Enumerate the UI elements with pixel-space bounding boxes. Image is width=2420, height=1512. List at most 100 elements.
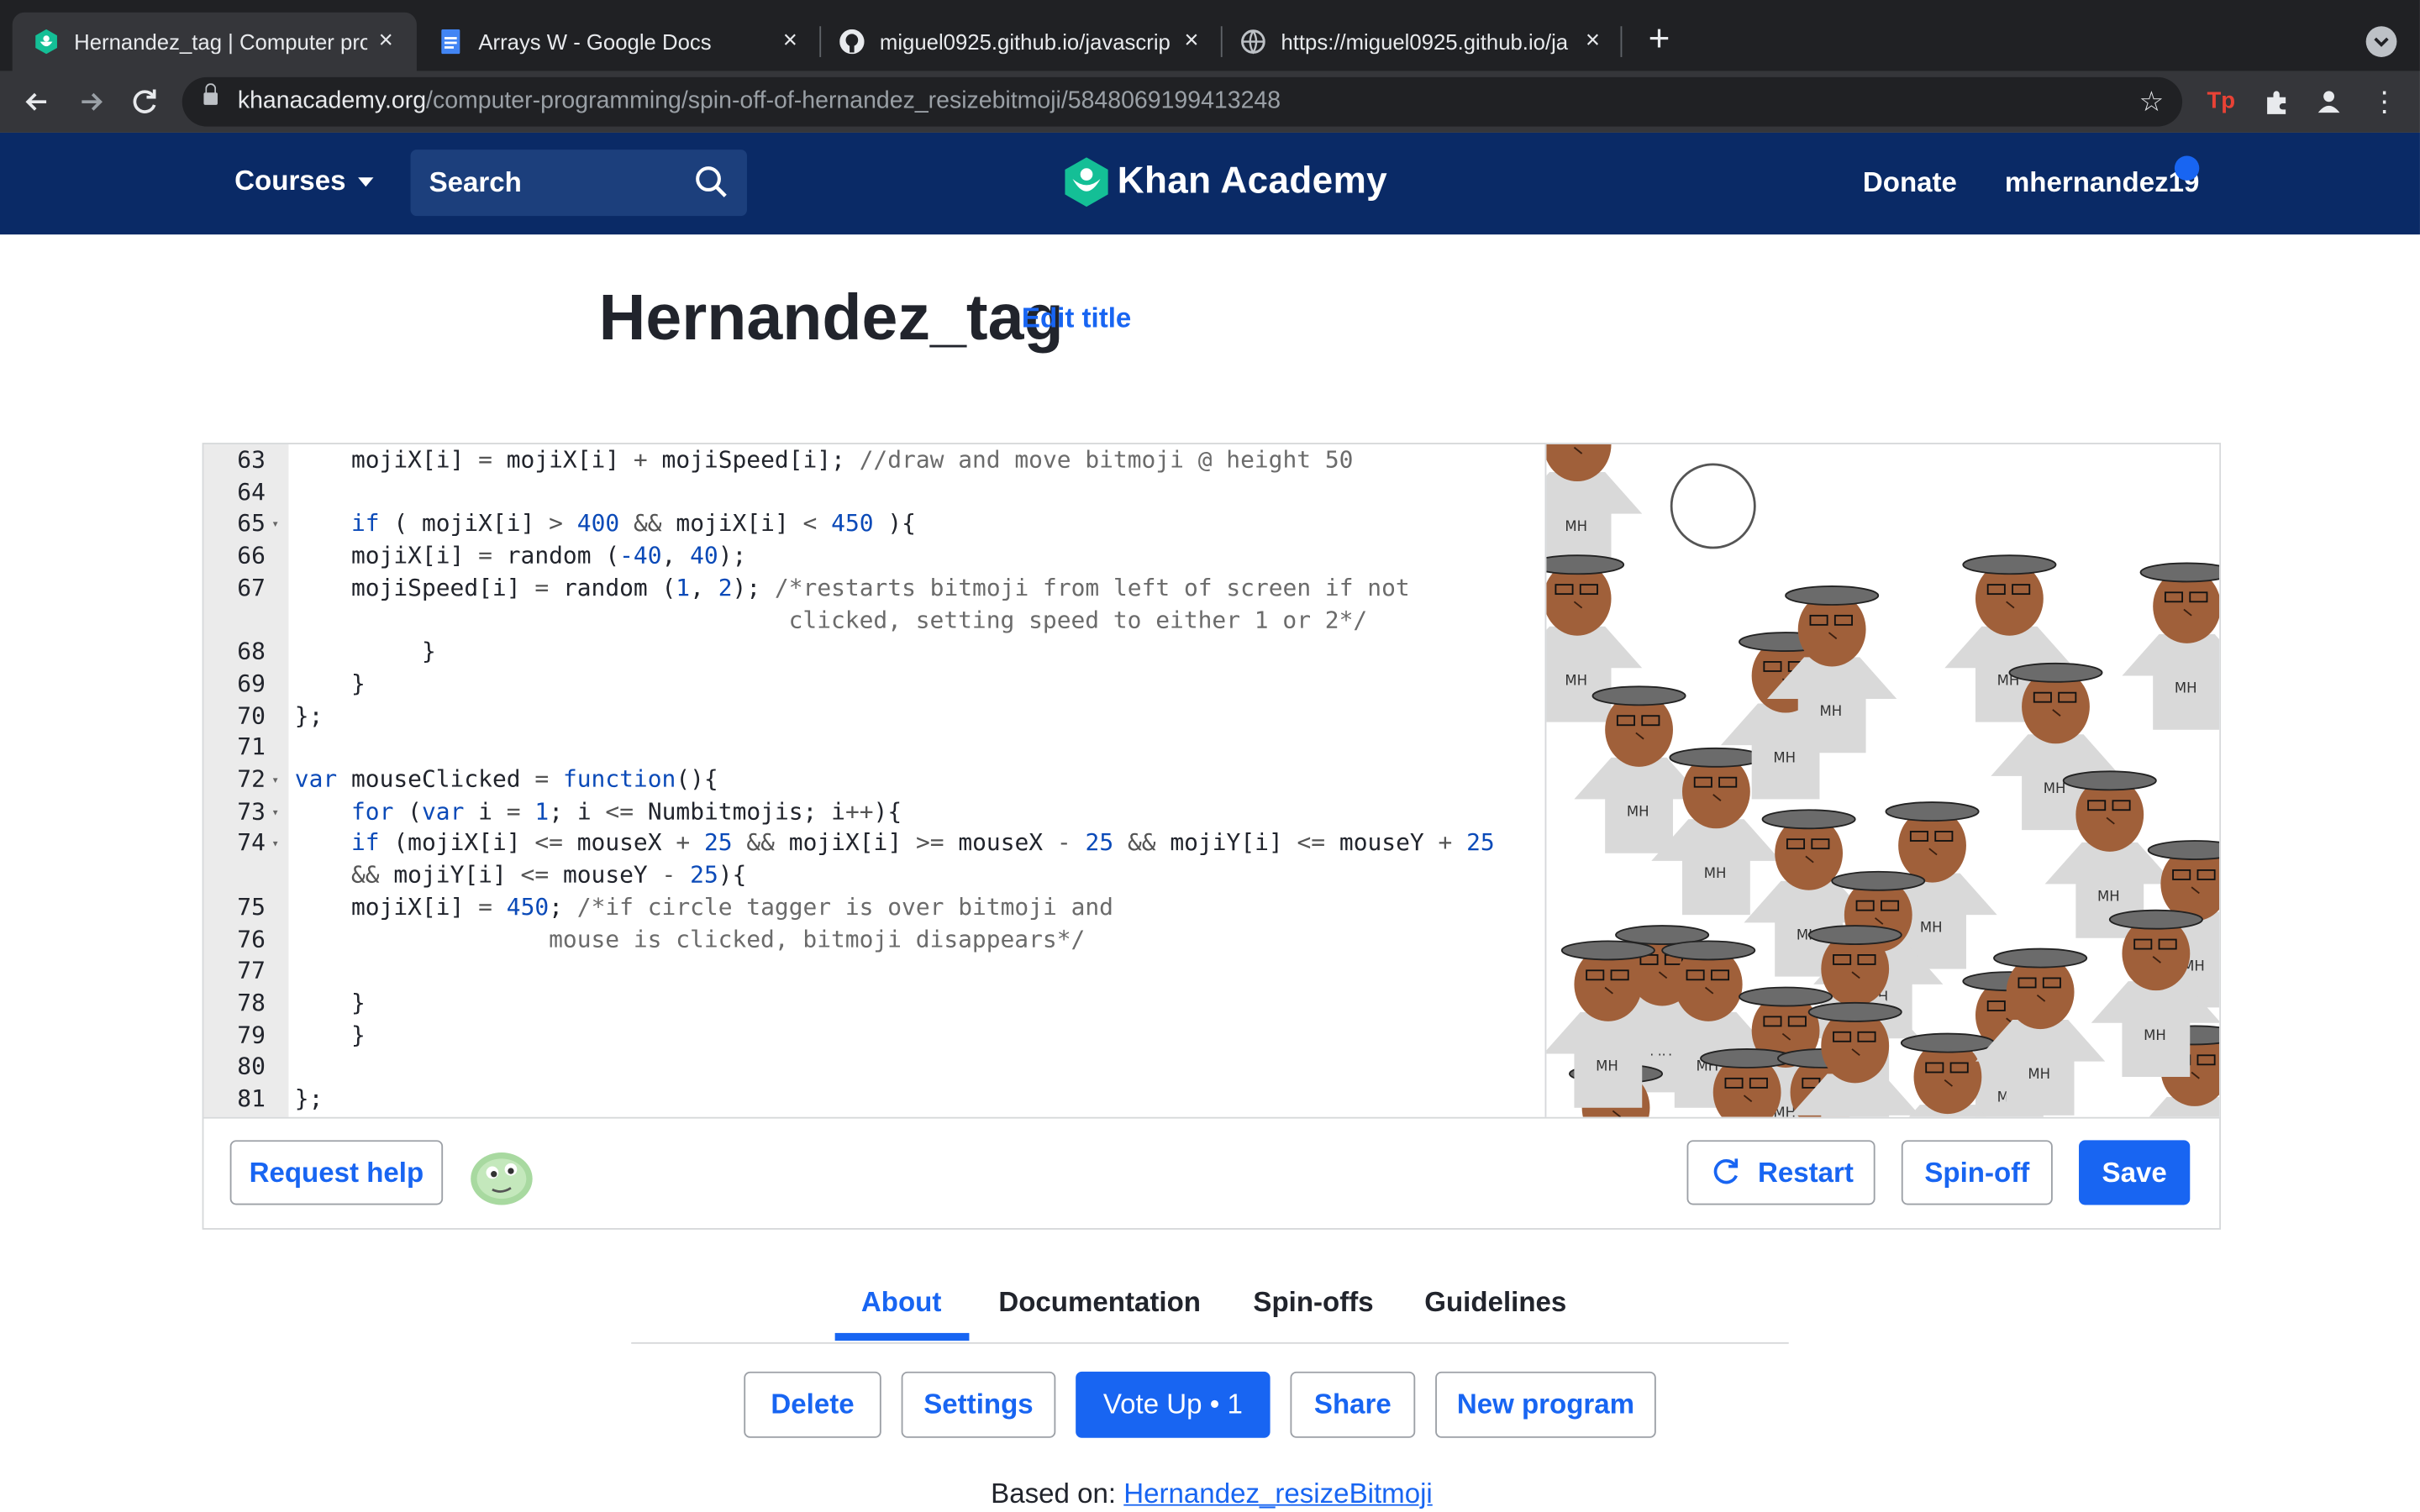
svg-text:MH: MH xyxy=(2175,680,2197,696)
bitmoji-sprite[interactable]: MH xyxy=(2122,562,2220,730)
browser-tab-github[interactable]: miguel0925.github.io/javascrip × xyxy=(818,13,1222,71)
extension-tp-icon[interactable]: Tp xyxy=(2207,87,2238,118)
tab-documentation[interactable]: Documentation xyxy=(998,1287,1201,1320)
reload-button[interactable] xyxy=(124,81,166,123)
code-line[interactable]: if (mojiX[i] <= mouseX + 25 && mojiX[i] … xyxy=(295,829,1495,857)
code-line[interactable]: mojiX[i] = random (-40, 40); xyxy=(295,542,746,570)
browser-tab-khan[interactable]: Hernandez_tag | Computer pro × xyxy=(12,12,417,71)
code-line[interactable]: }; xyxy=(295,1084,324,1112)
fold-arrow-icon[interactable]: ▾ xyxy=(271,517,279,532)
line-number: 78 xyxy=(237,989,266,1017)
code-line[interactable]: } xyxy=(295,638,436,665)
new-program-button[interactable]: New program xyxy=(1435,1371,1656,1438)
save-button[interactable]: Save xyxy=(2079,1140,2191,1205)
line-number: 69 xyxy=(237,669,266,697)
tab-title: miguel0925.github.io/javascrip xyxy=(879,29,1171,55)
code-line[interactable]: } xyxy=(295,989,366,1016)
code-line[interactable]: var mouseClicked = function(){ xyxy=(295,765,718,793)
line-number: 81 xyxy=(237,1084,266,1113)
search-label: Search xyxy=(429,166,522,198)
svg-text:MH: MH xyxy=(1920,919,1943,935)
svg-text:MH: MH xyxy=(2144,1027,2166,1043)
browser-tab-docs[interactable]: Arrays W - Google Docs × xyxy=(417,13,821,71)
browser-tab-site[interactable]: https://miguel0925.github.io/ja × xyxy=(1219,13,1623,71)
forward-button[interactable] xyxy=(70,81,113,123)
spinoff-button[interactable]: Spin-off xyxy=(1901,1140,2053,1205)
line-number: 80 xyxy=(237,1053,266,1081)
restart-button[interactable]: Restart xyxy=(1686,1140,1876,1205)
close-icon[interactable]: × xyxy=(371,26,402,57)
bookmark-star-icon[interactable]: ☆ xyxy=(2139,71,2165,132)
settings-button[interactable]: Settings xyxy=(901,1371,1056,1438)
editor-toolbar: Request help Restart Spin-off Save xyxy=(203,1116,2220,1230)
browser-tab-bar: Hernandez_tag | Computer pro × Arrays W … xyxy=(0,0,2420,71)
tab-spinoffs[interactable]: Spin-offs xyxy=(1253,1287,1373,1320)
url-text[interactable]: khanacademy.org/computer-programming/spi… xyxy=(238,88,1281,116)
fold-arrow-icon[interactable]: ▾ xyxy=(271,837,279,851)
oh-noes-guy-icon[interactable] xyxy=(469,1145,534,1206)
code-line[interactable]: mojiSpeed[i] = random (1, 2); /*restarts… xyxy=(295,574,1410,601)
search-box[interactable]: Search xyxy=(410,150,747,217)
line-number: 70 xyxy=(237,701,266,730)
line-number: 66 xyxy=(237,541,266,570)
tab-search-button[interactable] xyxy=(2365,26,2397,57)
svg-text:MH: MH xyxy=(2097,889,2120,905)
program-output-canvas[interactable]: MHMHMHMHMHMHMHMHMHMHMHMHMHMHMHMHMHMHMHMH… xyxy=(1544,444,2220,1117)
share-button[interactable]: Share xyxy=(1290,1371,1416,1438)
user-menu[interactable]: mhernandez19 xyxy=(2005,166,2200,199)
back-button[interactable] xyxy=(15,81,58,123)
program-title: Hernandez_tag xyxy=(598,281,1064,354)
code-line[interactable]: for (var i = 1; i <= Numbitmojis; i++){ xyxy=(295,797,902,825)
code-line[interactable]: }; xyxy=(295,701,324,729)
line-number: 67 xyxy=(237,573,266,601)
code-line[interactable]: mouse is clicked, bitmoji disappears*/ xyxy=(295,925,1085,953)
close-icon[interactable]: × xyxy=(1577,26,1608,57)
code-line[interactable]: if ( mojiX[i] > 400 && mojiX[i] < 450 ){ xyxy=(295,510,916,538)
edit-title-link[interactable]: Edit title xyxy=(1022,302,1131,335)
svg-text:MH: MH xyxy=(1596,1058,1618,1074)
line-number: 64 xyxy=(237,477,266,506)
fold-arrow-icon[interactable]: ▾ xyxy=(271,805,279,819)
based-on-label: Based on: xyxy=(991,1478,1117,1509)
line-number: 71 xyxy=(237,732,266,762)
code-line[interactable]: mojiX[i] = mojiX[i] + mojiSpeed[i]; //dr… xyxy=(295,446,1353,474)
khan-academy-logo[interactable]: Khan Academy xyxy=(1065,157,1387,207)
delete-button[interactable]: Delete xyxy=(744,1371,881,1438)
code-editor[interactable]: 63 mojiX[i] = mojiX[i] + mojiSpeed[i]; /… xyxy=(203,444,1543,1117)
ka-header: Courses Search Khan Academy Donate mhern… xyxy=(0,132,2420,235)
browser-menu-icon[interactable]: ⋮ xyxy=(2369,87,2400,118)
logo-text: Khan Academy xyxy=(1117,160,1388,202)
courses-menu[interactable]: Courses xyxy=(234,165,374,198)
line-number: 77 xyxy=(237,957,266,985)
svg-text:MH: MH xyxy=(1565,672,1587,688)
new-tab-button[interactable]: + xyxy=(1639,19,1680,60)
donate-link[interactable]: Donate xyxy=(1863,166,1957,199)
line-number: 72 xyxy=(237,765,266,794)
based-on-link[interactable]: Hernandez_resizeBitmoji xyxy=(1123,1478,1433,1509)
tab-guidelines[interactable]: Guidelines xyxy=(1424,1287,1566,1320)
close-icon[interactable]: × xyxy=(1176,26,1207,57)
bitmoji-canvas[interactable]: MHMHMHMHMHMHMHMHMHMHMHMHMHMHMHMHMHMHMHMH… xyxy=(1546,444,2220,1117)
browser-toolbar: khanacademy.org/computer-programming/spi… xyxy=(0,71,2420,133)
code-line[interactable]: mojiX[i] = 450; /*if circle tagger is ov… xyxy=(295,893,1113,921)
code-line[interactable]: clicked, setting speed to either 1 or 2*… xyxy=(295,606,1368,633)
svg-text:MH: MH xyxy=(1773,749,1796,765)
extensions-puzzle-icon[interactable] xyxy=(2261,87,2292,118)
address-bar[interactable]: khanacademy.org/computer-programming/spi… xyxy=(182,76,2183,127)
bitmoji-sprite[interactable]: MH xyxy=(1546,444,1643,568)
line-number: 74 xyxy=(237,829,266,858)
caret-down-icon xyxy=(358,177,374,187)
notification-dot xyxy=(2174,155,2200,181)
profile-icon[interactable] xyxy=(2313,87,2344,118)
fold-arrow-icon[interactable]: ▾ xyxy=(271,773,279,787)
code-line[interactable]: } xyxy=(295,669,366,697)
close-icon[interactable]: × xyxy=(775,26,806,57)
vote-up-button[interactable]: Vote Up • 1 xyxy=(1076,1371,1270,1438)
request-help-button[interactable]: Request help xyxy=(229,1140,444,1205)
code-line[interactable]: && mojiY[i] <= mouseY - 25){ xyxy=(295,861,746,889)
tab-title: https://miguel0925.github.io/ja xyxy=(1281,29,1569,55)
tab-about[interactable]: About xyxy=(861,1287,941,1320)
code-line[interactable]: } xyxy=(295,1021,366,1048)
arrow-left-icon xyxy=(25,92,47,111)
editor-panel: 63 mojiX[i] = mojiX[i] + mojiSpeed[i]; /… xyxy=(202,443,2222,1230)
